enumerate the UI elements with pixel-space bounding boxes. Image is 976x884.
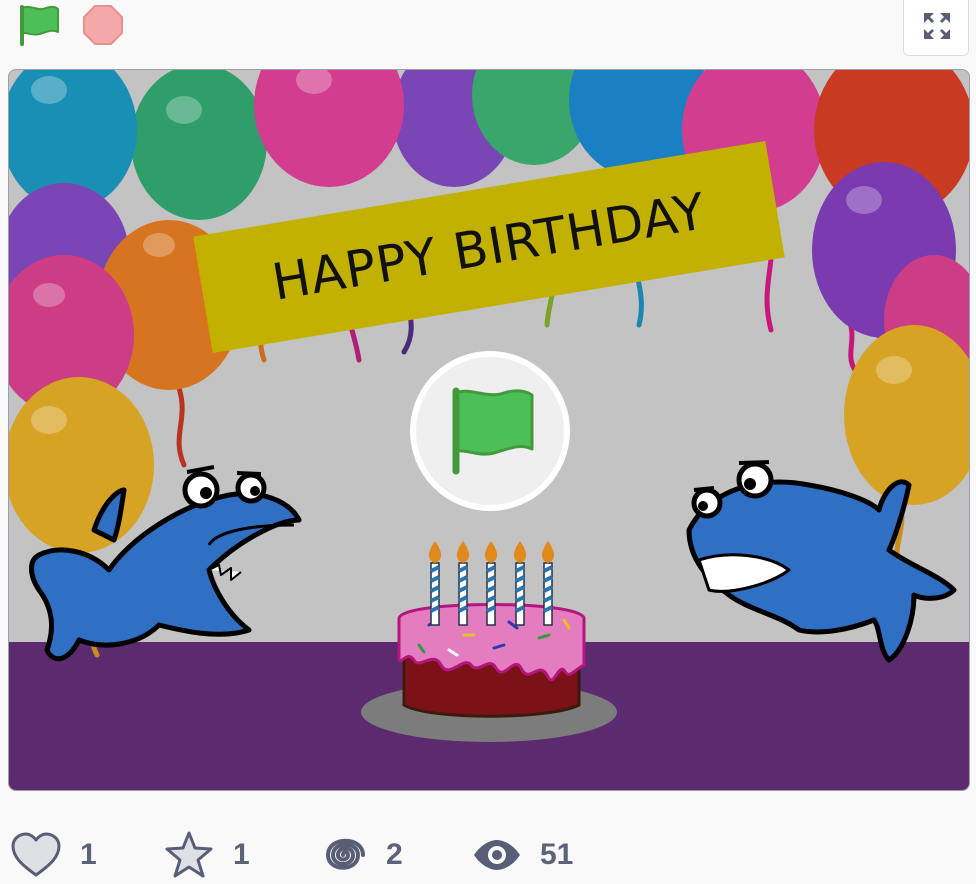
love-count: 1: [80, 838, 97, 871]
player-controls: [0, 0, 976, 64]
view-count: 51: [540, 838, 574, 871]
birthday-cake: [361, 541, 617, 742]
play-overlay-button[interactable]: [410, 351, 570, 511]
love-stat[interactable]: 1: [10, 826, 97, 884]
remix-stat[interactable]: 2: [318, 826, 403, 884]
fullscreen-icon: [924, 13, 950, 39]
favorite-stat[interactable]: 1: [163, 826, 250, 884]
remix-spiral-icon: [325, 838, 365, 870]
view-stat: 51: [472, 826, 573, 884]
favorite-count: 1: [233, 838, 250, 871]
project-stage[interactable]: HAPPY BIRTHDAY: [8, 69, 970, 791]
green-flag-button[interactable]: [14, 2, 64, 48]
eye-icon: [474, 840, 520, 870]
star-icon: [165, 831, 213, 878]
remix-count: 2: [386, 838, 403, 871]
stop-sign-icon: [83, 5, 123, 45]
fullscreen-button[interactable]: [903, 0, 969, 56]
stop-button[interactable]: [80, 2, 126, 48]
green-flag-icon: [452, 387, 534, 475]
green-flag-icon: [20, 5, 59, 46]
heart-icon: [11, 832, 61, 877]
project-stats: 1 1 2 51: [0, 826, 976, 884]
